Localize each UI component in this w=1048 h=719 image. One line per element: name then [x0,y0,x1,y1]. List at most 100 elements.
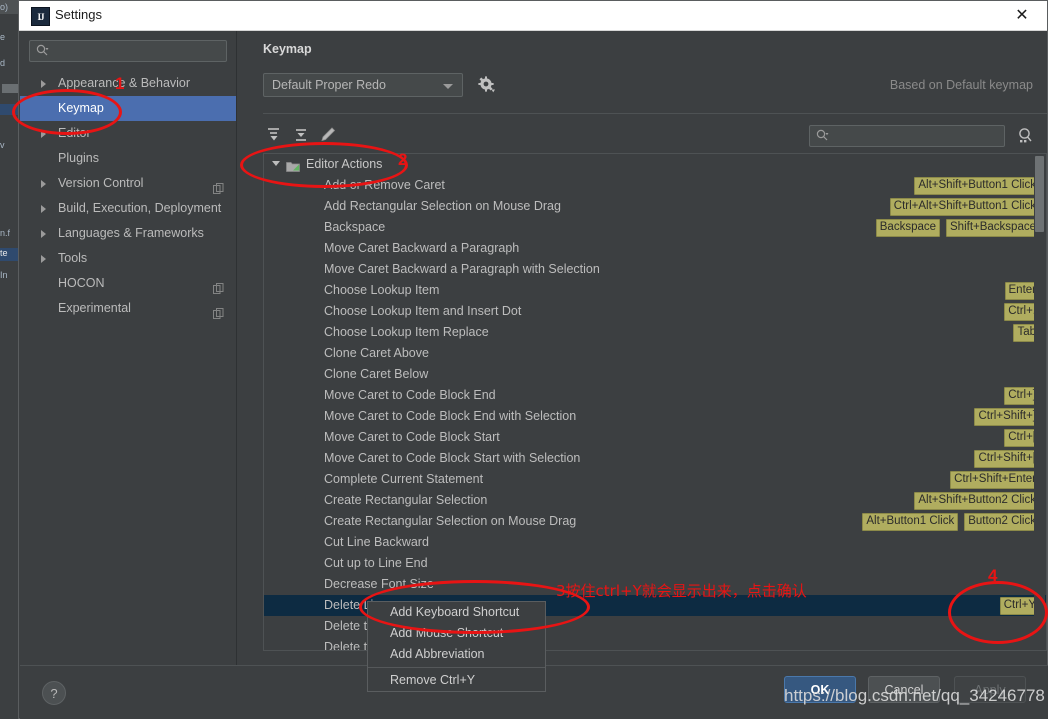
copy-settings-icon [213,178,224,194]
action-label: Move Caret to Code Block Start with Sele… [324,451,581,465]
chevron-right-icon [41,205,46,213]
shortcut-badges: Ctrl+Shift+[ [974,450,1040,468]
shortcut-badges: Alt+Shift+Button1 Click [914,177,1040,195]
chevron-right-icon [41,80,46,88]
shortcut-badge[interactable]: Button2 Click [964,513,1040,531]
watermark-url: https://blog.csdn.net/qq_34246778 [784,686,1045,705]
chevron-right-icon [41,230,46,238]
help-button[interactable]: ? [42,681,66,705]
sidebar-item-label: Version Control [58,176,144,190]
based-on-label: Based on Default keymap [889,78,1033,92]
shortcut-badge[interactable]: Shift+Backspace [946,219,1040,237]
action-label: Backspace [324,220,386,234]
copy-settings-icon [213,278,224,294]
table-row[interactable]: Choose Lookup Item Enter [264,280,1046,301]
table-row[interactable]: Add Rectangular Selection on Mouse Drag C… [264,196,1046,217]
collapse-all-icon[interactable] [290,124,312,146]
table-row[interactable]: Create Rectangular Selection on Mouse Dr… [264,511,1046,532]
table-row[interactable]: Clone Caret Above [264,343,1046,364]
shortcut-badge[interactable]: Alt+Button1 Click [862,513,959,531]
sidebar-item-experimental[interactable]: Experimental [20,296,236,321]
menu-item[interactable]: Add Mouse Shortcut [368,623,545,644]
sidebar-item-languages-frameworks[interactable]: Languages & Frameworks [20,221,236,246]
shortcut-badge[interactable]: Ctrl+Shift+[ [974,450,1040,468]
action-label: Create Rectangular Selection on Mouse Dr… [324,514,577,528]
sidebar-item-plugins[interactable]: Plugins [20,146,236,171]
sidebar-item-build-execution-deployment[interactable]: Build, Execution, Deployment [20,196,236,221]
actions-toolbar [263,124,1047,150]
keymap-panel: Keymap Default Proper Redo Based on Defa… [249,31,1047,665]
actions-tree[interactable]: Editor Actions Add or Remove Caret Alt+Shi… [263,153,1047,651]
table-row[interactable]: Move Caret Backward a Paragraph with Sel… [264,259,1046,280]
sidebar-item-label: HOCON [58,276,105,290]
sidebar-item-label: Plugins [58,151,99,165]
shortcut-badge[interactable]: Ctrl+Shift+Enter [950,471,1040,489]
gear-icon[interactable] [477,75,497,95]
sidebar-item-appearance-behavior[interactable]: Appearance & Behavior [20,71,236,96]
table-row[interactable]: Move Caret to Code Block End Ctrl+] [264,385,1046,406]
actions-search-input[interactable] [809,125,1005,147]
shortcut-badge[interactable]: Alt+Shift+Button2 Click [914,492,1040,510]
table-row[interactable]: Decrease Font Size [264,574,1046,595]
shortcut-badges: Alt+Button1 Click Button2 Click [862,513,1040,531]
menu-separator [368,667,545,668]
sidebar-item-version-control[interactable]: Version Control [20,171,236,196]
sidebar-search[interactable] [29,40,227,62]
table-row[interactable]: Clone Caret Below [264,364,1046,385]
shortcut-badges: Ctrl+Alt+Shift+Button1 Click [889,198,1040,216]
shortcut-badges: Ctrl+Shift+Enter [950,471,1040,489]
shortcut-badge[interactable]: Ctrl+Shift+] [974,408,1040,426]
action-label: Move Caret to Code Block End with Select… [324,409,577,423]
page-title: Keymap [263,42,312,56]
action-label: Choose Lookup Item [324,283,440,297]
table-row[interactable]: Move Caret to Code Block Start Ctrl+[ [264,427,1046,448]
table-row[interactable]: Cut Line Backward [264,532,1046,553]
shortcut-badges: Backspace Shift+Backspace [875,219,1040,237]
sidebar-item-keymap[interactable]: Keymap [20,96,236,121]
sidebar-item-label: Languages & Frameworks [58,226,204,240]
table-row[interactable]: Move Caret to Code Block End with Select… [264,406,1046,427]
tree-scrollbar[interactable] [1034,155,1045,649]
find-by-shortcut-icon[interactable] [1015,126,1035,146]
menu-item[interactable]: Remove Ctrl+Y [368,670,545,691]
actions-group-label: Editor Actions [306,157,383,171]
table-row[interactable]: Choose Lookup Item and Insert Dot Ctrl+. [264,301,1046,322]
action-label: Choose Lookup Item and Insert Dot [324,304,522,318]
menu-item[interactable]: Add Keyboard Shortcut [368,602,545,623]
search-icon [816,129,829,142]
scrollbar-thumb[interactable] [1035,156,1044,232]
action-label: Cut up to Line End [324,556,428,570]
table-row[interactable]: Complete Current Statement Ctrl+Shift+Ent… [264,469,1046,490]
table-row[interactable]: Cut up to Line End [264,553,1046,574]
action-label: Complete Current Statement [324,472,484,486]
actions-group-row[interactable]: Editor Actions [264,154,1046,175]
edit-pencil-icon[interactable] [317,124,339,146]
sidebar-item-tools[interactable]: Tools [20,246,236,271]
sidebar-item-label: Keymap [58,101,104,115]
divider [263,113,1047,114]
shortcut-badge[interactable]: Ctrl+Alt+Shift+Button1 Click [889,198,1040,216]
search-icon [36,44,49,57]
keymap-dropdown[interactable]: Default Proper Redo [263,73,463,97]
action-label: Add Rectangular Selection on Mouse Drag [324,199,561,213]
table-row[interactable]: Add or Remove Caret Alt+Shift+Button1 Cli… [264,175,1046,196]
table-row[interactable]: Move Caret to Code Block Start with Sele… [264,448,1046,469]
table-row[interactable]: Move Caret Backward a Paragraph [264,238,1046,259]
sidebar-item-label: Experimental [58,301,131,315]
sidebar-item-label: Build, Execution, Deployment [58,201,222,215]
search-input[interactable] [29,40,227,62]
table-row[interactable]: Choose Lookup Item Replace Tab [264,322,1046,343]
table-row[interactable]: Backspace Backspace Shift+Backspace [264,217,1046,238]
close-icon[interactable]: ✕ [1007,5,1037,27]
table-row[interactable]: Create Rectangular Selection Alt+Shift+Bu… [264,490,1046,511]
sidebar-item-hocon[interactable]: HOCON [20,271,236,296]
shortcut-badge[interactable]: Alt+Shift+Button1 Click [914,177,1040,195]
action-label: Move Caret to Code Block End [324,388,496,402]
context-menu[interactable]: Add Keyboard Shortcut Add Mouse Shortcut A… [367,601,546,692]
shortcut-badge[interactable]: Backspace [875,219,941,237]
background-block [2,84,18,93]
sidebar-item-editor[interactable]: Editor [20,121,236,146]
menu-item[interactable]: Add Abbreviation [368,644,545,665]
action-label: Move Caret Backward a Paragraph [324,241,520,255]
expand-all-icon[interactable] [263,124,285,146]
